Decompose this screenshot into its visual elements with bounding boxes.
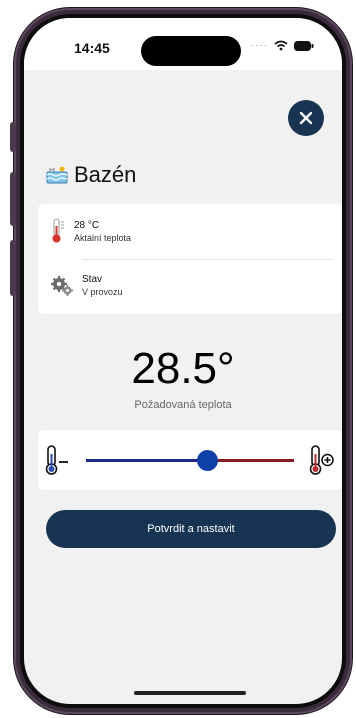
gears-icon	[51, 275, 73, 296]
close-icon	[299, 111, 313, 125]
phone-mute-button	[10, 122, 16, 152]
slider-track-cold[interactable]	[86, 459, 208, 462]
signal-icon: ····	[250, 40, 268, 51]
divider	[82, 259, 332, 260]
thermometer-icon	[52, 218, 64, 243]
status-icons: ····	[251, 40, 314, 51]
page-title-row: Bazén	[46, 162, 136, 188]
page-title: Bazén	[74, 162, 137, 187]
current-temperature-row: 28 °C Aktální teplota	[50, 218, 131, 244]
temperature-slider-thumb[interactable]	[197, 450, 218, 471]
wifi-icon	[274, 40, 288, 51]
battery-icon	[294, 40, 314, 51]
current-temperature-text: 28 °C Aktální teplota	[74, 220, 131, 243]
status-card: 28 °C Aktální teplota Stav V provozu	[38, 204, 342, 314]
target-temperature-value: 28.5°	[131, 344, 235, 393]
device-state-title: Stav	[82, 274, 103, 285]
device-state-value: V provozu	[82, 287, 123, 297]
dynamic-island	[141, 36, 241, 66]
pool-icon	[46, 166, 68, 184]
phone-volume-down-button	[10, 240, 16, 296]
slider-track-hot[interactable]	[208, 459, 294, 462]
close-button[interactable]	[288, 100, 324, 136]
thermometer-minus-icon	[45, 445, 68, 475]
thermometer-plus-icon	[309, 445, 334, 475]
increase-temperature-button[interactable]	[308, 444, 336, 481]
status-time: 14:45	[74, 40, 110, 56]
device-state-row: Stav V provozu	[50, 274, 123, 297]
home-indicator	[134, 691, 246, 695]
decrease-temperature-button[interactable]	[44, 444, 72, 481]
status-bar: 14:45 ····	[24, 18, 342, 70]
temperature-slider-card	[38, 430, 342, 490]
app-screen: 14:45 ···· Bazén 28 °C Aktální teplota S…	[24, 18, 342, 704]
target-temperature-label: Požadovaná teplota	[134, 399, 232, 411]
current-temperature-value: 28 °C	[74, 219, 100, 231]
confirm-button[interactable]: Potvrdit a nastavit	[46, 510, 336, 548]
current-temperature-label: Aktální teplota	[74, 232, 132, 243]
phone-volume-up-button	[10, 172, 16, 226]
device-state-text: Stav V provozu	[82, 274, 123, 297]
